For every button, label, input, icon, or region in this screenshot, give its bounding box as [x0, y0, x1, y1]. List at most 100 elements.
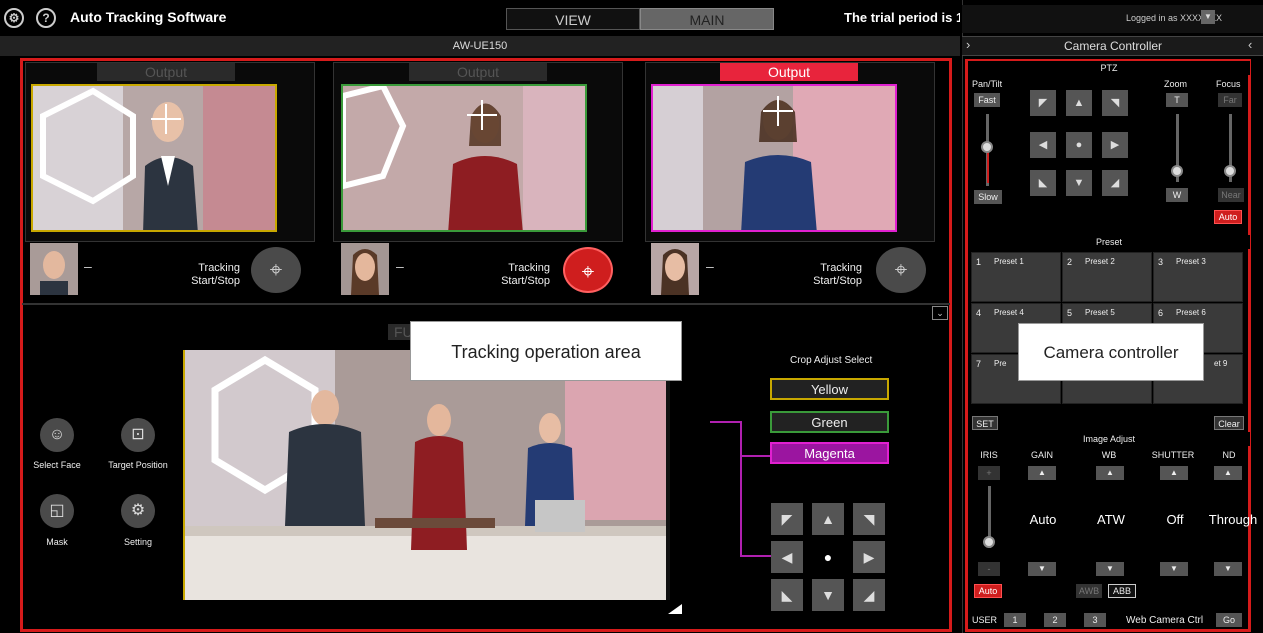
preset-button-1[interactable]: 1 Preset 1 — [971, 252, 1061, 302]
up-left-arrow-icon[interactable]: ◤ — [1030, 90, 1056, 116]
focus-far-button[interactable]: Far — [1218, 93, 1242, 107]
up-left-arrow-icon[interactable]: ◤ — [771, 503, 803, 535]
camera-preview-3[interactable] — [651, 84, 897, 232]
chevron-down-icon[interactable]: ⌄ — [932, 306, 948, 320]
camera-preview-2[interactable] — [341, 84, 587, 232]
speed-slider-knob[interactable] — [981, 141, 993, 153]
speed-fast-button[interactable]: Fast — [974, 93, 1000, 107]
abb-button[interactable]: ABB — [1108, 584, 1136, 598]
user-button-1[interactable]: 1 — [1004, 613, 1026, 627]
preview-image-1 — [33, 86, 275, 230]
center-dot-icon[interactable]: ● — [812, 541, 844, 573]
down-arrow-icon[interactable]: ▼ — [812, 579, 844, 611]
iris-minus-button[interactable]: - — [978, 562, 1000, 576]
help-icon[interactable]: ? — [36, 8, 56, 28]
tab-view[interactable]: VIEW — [506, 8, 640, 30]
wb-down-arrow-icon[interactable]: ▼ — [1096, 562, 1124, 576]
up-arrow-icon[interactable]: ▲ — [1066, 90, 1092, 116]
down-left-arrow-icon[interactable]: ◣ — [1030, 170, 1056, 196]
preset-name: Pre — [994, 359, 1007, 368]
crop-yellow-button[interactable]: Yellow — [770, 378, 889, 400]
main-image-scene — [185, 350, 669, 600]
zoom-tele-button[interactable]: T — [1166, 93, 1188, 107]
up-right-arrow-icon[interactable]: ◥ — [1102, 90, 1128, 116]
preset-button-2[interactable]: 2 Preset 2 — [1062, 252, 1152, 302]
right-arrow-icon[interactable]: ▶ — [853, 541, 885, 573]
target-position-icon[interactable]: ⊡ — [121, 418, 155, 452]
camera-name-bar: AW-UE150 — [0, 36, 960, 56]
gain-up-arrow-icon[interactable]: ▲ — [1028, 466, 1056, 480]
crosshair-v — [777, 96, 779, 126]
login-dropdown-button[interactable]: ▼ — [1201, 10, 1215, 24]
shutter-value: Off — [1166, 512, 1184, 527]
zoom-label: Zoom — [1164, 79, 1188, 89]
resize-handle-icon[interactable] — [668, 604, 682, 614]
shutter-down-arrow-icon[interactable]: ▼ — [1160, 562, 1188, 576]
up-right-arrow-icon[interactable]: ◥ — [853, 503, 885, 535]
lead-line — [710, 421, 740, 423]
output-button-3[interactable]: Output — [720, 63, 858, 81]
go-button[interactable]: Go — [1216, 613, 1242, 627]
iris-slider-knob[interactable] — [983, 536, 995, 548]
preset-name: Preset 5 — [1085, 308, 1115, 317]
preset-clear-button[interactable]: Clear — [1214, 416, 1244, 430]
wb-label: WB — [1101, 450, 1117, 460]
crosshair-v — [165, 104, 167, 134]
zoom-wide-button[interactable]: W — [1166, 188, 1188, 202]
preset-button-3[interactable]: 3 Preset 3 — [1153, 252, 1243, 302]
crop-green-button[interactable]: Green — [770, 411, 889, 433]
up-arrow-icon[interactable]: ▲ — [812, 503, 844, 535]
focus-auto-button[interactable]: Auto — [1214, 210, 1242, 224]
down-left-arrow-icon[interactable]: ◣ — [771, 579, 803, 611]
mask-icon[interactable]: ◱ — [40, 494, 74, 528]
gain-down-arrow-icon[interactable]: ▼ — [1028, 562, 1056, 576]
user-button-2[interactable]: 2 — [1044, 613, 1066, 627]
gear-icon[interactable]: ⚙ — [4, 8, 24, 28]
main-camera-image[interactable] — [183, 350, 669, 600]
user-button-3[interactable]: 3 — [1084, 613, 1106, 627]
crop-magenta-button[interactable]: Magenta — [770, 442, 889, 464]
ptz-direction-pad: ◤ ▲ ◥ ◀ ● ▶ ◣ ▼ ◢ — [1030, 90, 1135, 200]
left-arrow-icon[interactable]: ◀ — [771, 541, 803, 573]
tracking-label-line1: Tracking — [820, 262, 862, 274]
camera-preview-1[interactable] — [31, 84, 277, 232]
awb-button[interactable]: AWB — [1076, 584, 1102, 598]
output-button-1[interactable]: Output — [97, 63, 235, 81]
face-thumbnail-3 — [651, 243, 699, 295]
tab-main[interactable]: MAIN — [640, 8, 774, 30]
wb-value: ATW — [1097, 512, 1125, 527]
main-image-scrollbar[interactable] — [666, 350, 670, 600]
chevron-right-icon[interactable]: › — [966, 37, 970, 52]
nd-up-arrow-icon[interactable]: ▲ — [1214, 466, 1242, 480]
down-right-arrow-icon[interactable]: ◢ — [853, 579, 885, 611]
tracking-label-line2: Start/Stop — [501, 275, 550, 287]
preset-set-button[interactable]: SET — [972, 416, 998, 430]
crop-direction-pad: ◤ ▲ ◥ ◀ ● ▶ ◣ ▼ ◢ — [769, 501, 889, 613]
nd-down-arrow-icon[interactable]: ▼ — [1214, 562, 1242, 576]
chevron-left-icon[interactable]: ‹ — [1248, 37, 1252, 52]
tracking-label-line1: Tracking — [198, 262, 240, 274]
iris-plus-button[interactable]: + — [978, 466, 1000, 480]
tracking-start-stop-button-1[interactable]: ⌖ — [251, 247, 301, 293]
output-button-2[interactable]: Output — [409, 63, 547, 81]
tracking-label-line2: Start/Stop — [191, 275, 240, 287]
iris-auto-button[interactable]: Auto — [974, 584, 1002, 598]
focus-slider-knob[interactable] — [1224, 165, 1236, 177]
tracking-start-stop-button-2[interactable]: ⌖ — [563, 247, 613, 293]
select-face-icon[interactable]: ☺ — [40, 418, 74, 452]
speed-slow-button[interactable]: Slow — [974, 190, 1002, 204]
tracking-start-stop-button-3[interactable]: ⌖ — [876, 247, 926, 293]
zoom-slider-knob[interactable] — [1171, 165, 1183, 177]
right-arrow-icon[interactable]: ▶ — [1102, 132, 1128, 158]
wb-up-arrow-icon[interactable]: ▲ — [1096, 466, 1124, 480]
gear-icon[interactable]: ⚙ — [121, 494, 155, 528]
focus-near-button[interactable]: Near — [1218, 188, 1244, 202]
center-dot-icon[interactable]: ● — [1066, 132, 1092, 158]
gain-label: GAIN — [1030, 450, 1053, 460]
preset-name: Preset 3 — [1176, 257, 1206, 266]
shutter-up-arrow-icon[interactable]: ▲ — [1160, 466, 1188, 480]
down-arrow-icon[interactable]: ▼ — [1066, 170, 1092, 196]
down-right-arrow-icon[interactable]: ◢ — [1102, 170, 1128, 196]
left-arrow-icon[interactable]: ◀ — [1030, 132, 1056, 158]
preset-name: Preset 4 — [994, 308, 1024, 317]
